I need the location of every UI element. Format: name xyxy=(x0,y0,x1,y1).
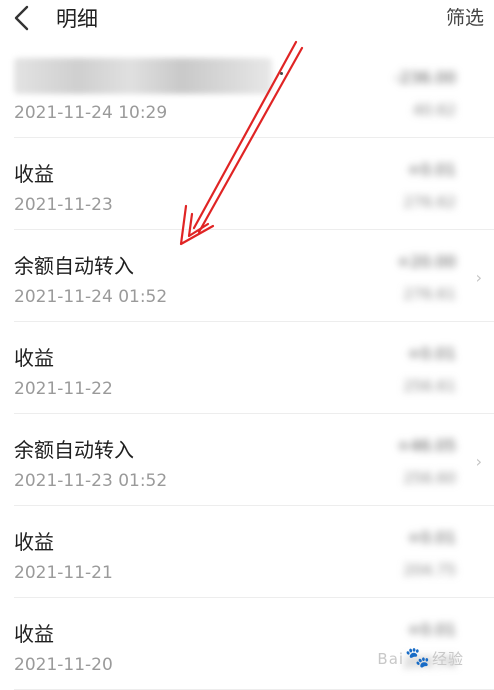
transaction-date: 2021-11-22 xyxy=(14,379,113,399)
transaction-balance: 256.60 xyxy=(403,469,457,487)
transaction-row[interactable]: 收益 2021-11-21 +0.01 204.75 xyxy=(0,506,494,598)
watermark-brand-left: Bai xyxy=(377,650,405,668)
transaction-name: 收益 xyxy=(14,346,54,370)
redaction-mark xyxy=(280,72,283,75)
transaction-row[interactable]: 2021-11-24 10:29 -236.00 40.62 xyxy=(0,46,494,138)
transaction-balance: 276.61 xyxy=(403,285,457,303)
filter-button[interactable]: 筛选 xyxy=(446,3,484,30)
transaction-date: 2021-11-23 xyxy=(14,195,113,215)
redacted-name xyxy=(14,58,272,94)
transaction-row[interactable]: 收益 2021-11-22 +0.01 256.61 xyxy=(0,322,494,414)
transaction-amount: +46.05 xyxy=(396,436,456,455)
transaction-list: 2021-11-24 10:29 -236.00 40.62 收益 2021-1… xyxy=(0,46,494,690)
transaction-date: 2021-11-23 01:52 xyxy=(14,471,168,491)
transaction-amount: +20.00 xyxy=(396,252,456,271)
transaction-balance: 204.75 xyxy=(403,561,457,579)
transaction-name: 余额自动转入 xyxy=(14,438,134,462)
paw-icon: 🐾 xyxy=(405,645,431,669)
page-title: 明细 xyxy=(56,7,98,31)
transaction-amount: -236.00 xyxy=(394,68,456,87)
transaction-row[interactable]: 余额自动转入 2021-11-23 01:52 +46.05 256.60 › xyxy=(0,414,494,506)
transaction-date: 2021-11-24 10:29 xyxy=(14,103,168,123)
back-button[interactable] xyxy=(6,2,38,34)
transaction-balance: 40.62 xyxy=(413,101,456,119)
transaction-date: 2021-11-24 01:52 xyxy=(14,287,168,307)
chevron-right-icon: › xyxy=(475,452,482,471)
chevron-right-icon: › xyxy=(475,268,482,287)
top-bar: 明细 筛选 xyxy=(0,0,494,44)
transaction-row[interactable]: 收益 2021-11-20 +0.01 204.74 xyxy=(0,598,494,690)
transaction-row[interactable]: 收益 2021-11-23 +0.01 276.62 xyxy=(0,138,494,230)
transaction-name: 收益 xyxy=(14,622,54,646)
transaction-amount: +0.01 xyxy=(406,160,456,179)
transaction-date: 2021-11-20 xyxy=(14,655,113,675)
transaction-amount: +0.01 xyxy=(406,620,456,639)
transaction-row[interactable]: 余额自动转入 2021-11-24 01:52 +20.00 276.61 › xyxy=(0,230,494,322)
transaction-amount: +0.01 xyxy=(406,344,456,363)
chevron-left-icon xyxy=(14,5,29,31)
watermark-brand-right: 经验 xyxy=(431,650,464,668)
transaction-date: 2021-11-21 xyxy=(14,563,113,583)
transaction-name: 收益 xyxy=(14,530,54,554)
transaction-balance: 276.62 xyxy=(403,193,457,211)
transaction-balance: 256.61 xyxy=(403,377,457,395)
transaction-amount: +0.01 xyxy=(406,528,456,547)
transaction-name: 余额自动转入 xyxy=(14,254,134,278)
transaction-name: 收益 xyxy=(14,162,54,186)
watermark: Bai🐾经验 xyxy=(377,645,464,669)
